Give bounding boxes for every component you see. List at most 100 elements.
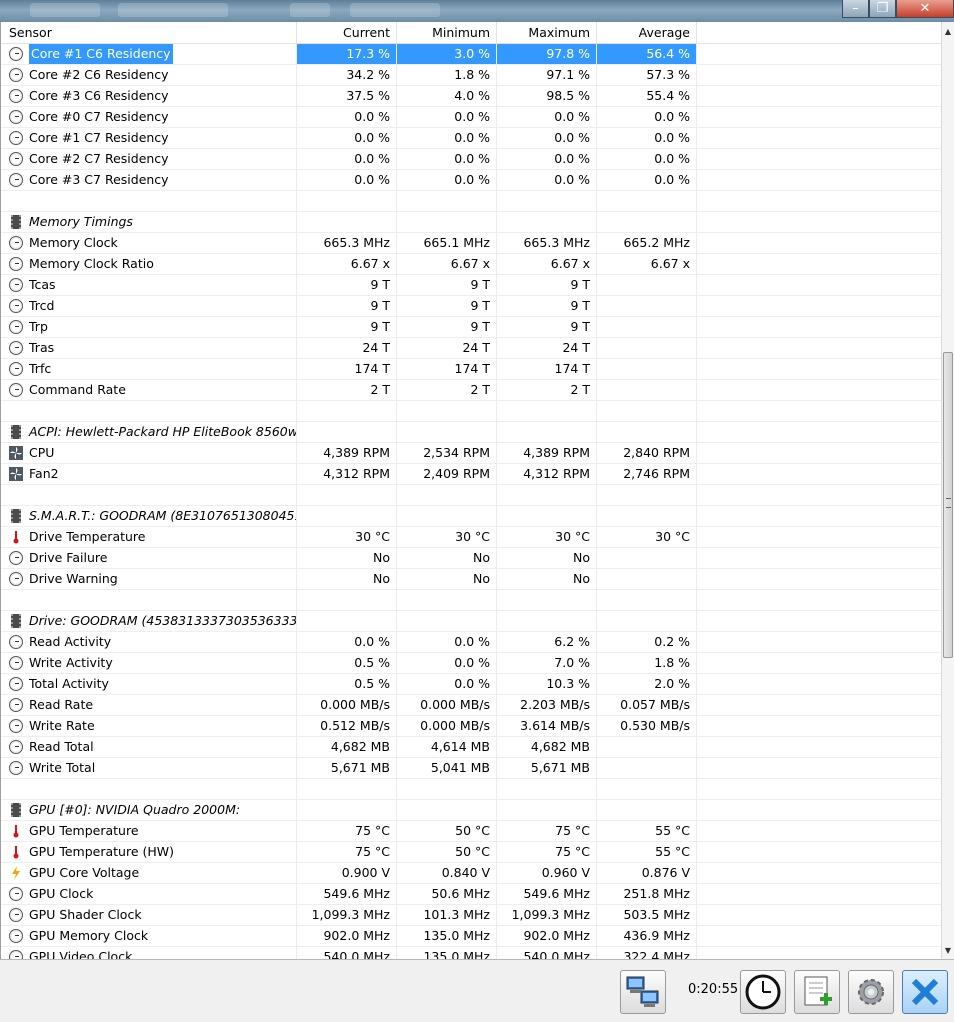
sensor-label: Core #2 C6 Residency bbox=[29, 67, 169, 82]
column-header-average[interactable]: Average bbox=[597, 22, 697, 43]
sensor-name-cell: Total Activity bbox=[1, 674, 297, 694]
maximum-value: 0.0 % bbox=[497, 128, 597, 148]
table-row[interactable]: GPU Temperature 75 °C 50 °C 75 °C 55 °C bbox=[1, 821, 941, 842]
table-row[interactable]: Read Total 4,682 MB 4,614 MB 4,682 MB bbox=[1, 737, 941, 758]
minimum-value: 135.0 MHz bbox=[397, 947, 497, 959]
table-row[interactable]: Memory Clock Ratio 6.67 x 6.67 x 6.67 x 6.67… bbox=[1, 254, 941, 275]
average-value: 2,746 RPM bbox=[597, 464, 697, 484]
spacer-row bbox=[1, 401, 941, 422]
column-header-current[interactable]: Current bbox=[297, 22, 397, 43]
window-title-bar[interactable]: – ❐ ✕ bbox=[0, 0, 954, 22]
group-header-row[interactable]: Drive: GOODRAM (453831333730353633331... bbox=[1, 611, 941, 632]
table-row[interactable]: GPU Temperature (HW) 75 °C 50 °C 75 °C 55 °C bbox=[1, 842, 941, 863]
table-row[interactable]: GPU Video Clock 540.0 MHz 135.0 MHz 540.0 M… bbox=[1, 947, 941, 959]
current-value: 75 °C bbox=[297, 842, 397, 862]
group-header-row[interactable]: Memory Timings bbox=[1, 212, 941, 233]
minimize-icon[interactable]: – bbox=[842, 0, 869, 18]
sensor-name-cell: Trcd bbox=[1, 296, 297, 316]
group-header-row[interactable]: ACPI: Hewlett-Packard HP EliteBook 8560w bbox=[1, 422, 941, 443]
current-value: 2 T bbox=[297, 380, 397, 400]
table-row[interactable]: Core #1 C6 Residency 17.3 % 3.0 % 97.8 % 56.… bbox=[1, 44, 941, 65]
table-row[interactable]: Drive Temperature 30 °C 30 °C 30 °C 30 °C bbox=[1, 527, 941, 548]
gauge-icon bbox=[9, 173, 23, 187]
scrollbar-thumb[interactable] bbox=[943, 352, 953, 658]
average-value bbox=[597, 359, 697, 379]
table-row[interactable]: Core #3 C7 Residency 0.0 % 0.0 % 0.0 % 0.0 % bbox=[1, 170, 941, 191]
scroll-up-icon[interactable]: ▲ bbox=[942, 26, 954, 38]
table-row[interactable]: GPU Shader Clock 1,099.3 MHz 101.3 MHz 1,09… bbox=[1, 905, 941, 926]
table-row[interactable]: Drive Warning No No No bbox=[1, 569, 941, 590]
column-header-sensor[interactable]: Sensor bbox=[1, 22, 297, 43]
table-row[interactable]: Trcd 9 T9 T9 T bbox=[1, 296, 941, 317]
table-row[interactable]: Core #2 C6 Residency 34.2 % 1.8 % 97.1 % 57.… bbox=[1, 65, 941, 86]
gear-icon bbox=[858, 979, 884, 1005]
maximum-value: 75 °C bbox=[497, 842, 597, 862]
maximum-value: 1,099.3 MHz bbox=[497, 905, 597, 925]
table-row[interactable]: Total Activity 0.5 % 0.0 % 10.3 % 2.0 % bbox=[1, 674, 941, 695]
minimum-value: 665.1 MHz bbox=[397, 233, 497, 253]
table-row[interactable]: Core #2 C7 Residency 0.0 % 0.0 % 0.0 % 0.0 % bbox=[1, 149, 941, 170]
table-row[interactable]: Write Total 5,671 MB 5,041 MB 5,671 MB bbox=[1, 758, 941, 779]
network-icon bbox=[626, 976, 659, 1007]
average-value: 55 °C bbox=[597, 821, 697, 841]
table-row[interactable]: Core #3 C6 Residency 37.5 % 4.0 % 98.5 % 55.… bbox=[1, 86, 941, 107]
table-row[interactable]: Core #0 C7 Residency 0.0 % 0.0 % 0.0 % 0.0 % bbox=[1, 107, 941, 128]
sensor-name-cell bbox=[1, 590, 297, 610]
table-row[interactable]: Trfc 174 T 174 T 174 T bbox=[1, 359, 941, 380]
sensor-name-cell: Drive Failure bbox=[1, 548, 297, 568]
current-value: 0.000 MB/s bbox=[297, 695, 397, 715]
current-value: 6.67 x bbox=[297, 254, 397, 274]
sensor-label: Trcd bbox=[29, 298, 55, 313]
table-row[interactable]: Command Rate 2 T2 T2 T bbox=[1, 380, 941, 401]
report-button[interactable] bbox=[794, 970, 840, 1014]
current-value: 37.5 % bbox=[297, 86, 397, 106]
table-row[interactable]: CPU 4,389 RPM 2,534 RPM 4,389 RPM 2,840 RPM bbox=[1, 443, 941, 464]
sensor-table: Sensor Current Minimum Maximum Average C… bbox=[0, 22, 941, 959]
gauge-icon bbox=[9, 929, 23, 943]
maximize-icon[interactable]: ❐ bbox=[869, 0, 896, 18]
table-row[interactable]: Read Rate 0.000 MB/s 0.000 MB/s 2.203 MB/s 0… bbox=[1, 695, 941, 716]
table-row[interactable]: Trp 9 T9 T9 T bbox=[1, 317, 941, 338]
table-row[interactable]: Fan2 4,312 RPM 2,409 RPM 4,312 RPM 2,746 RPM bbox=[1, 464, 941, 485]
column-header-minimum[interactable]: Minimum bbox=[397, 22, 497, 43]
column-header-maximum[interactable]: Maximum bbox=[497, 22, 597, 43]
table-row[interactable]: GPU Clock 549.6 MHz 50.6 MHz 549.6 MHz 251.8… bbox=[1, 884, 941, 905]
scroll-down-icon[interactable]: ▼ bbox=[942, 945, 954, 957]
average-value bbox=[597, 485, 697, 505]
gauge-icon bbox=[9, 950, 23, 959]
maximum-value: 4,389 RPM bbox=[497, 443, 597, 463]
average-value: 6.67 x bbox=[597, 254, 697, 274]
average-value: 665.2 MHz bbox=[597, 233, 697, 253]
group-header-row[interactable]: S.M.A.R.T.: GOODRAM (8E31076513080451... bbox=[1, 506, 941, 527]
table-row[interactable]: Tras 24 T 24 T 24 T bbox=[1, 338, 941, 359]
table-row[interactable]: Core #1 C7 Residency 0.0 % 0.0 % 0.0 % 0.0 % bbox=[1, 128, 941, 149]
sensor-name-cell bbox=[1, 191, 297, 211]
sensor-label: Write Rate bbox=[29, 718, 95, 733]
vertical-scrollbar[interactable]: ▲ ▼ bbox=[941, 22, 954, 959]
table-row[interactable]: Drive Failure No No No bbox=[1, 548, 941, 569]
group-header-row[interactable]: GPU [#0]: NVIDIA Quadro 2000M: bbox=[1, 800, 941, 821]
sensor-name-cell: CPU bbox=[1, 443, 297, 463]
current-value: 24 T bbox=[297, 338, 397, 358]
sensor-label: Tras bbox=[29, 340, 55, 355]
clock-button[interactable] bbox=[740, 970, 786, 1014]
table-row[interactable]: Memory Clock 665.3 MHz 665.1 MHz 665.3 MHz 6… bbox=[1, 233, 941, 254]
table-row[interactable]: Write Activity 0.5 % 0.0 % 7.0 % 1.8 % bbox=[1, 653, 941, 674]
sensor-name-cell: Fan2 bbox=[1, 464, 297, 484]
gauge-icon bbox=[9, 740, 23, 754]
table-row[interactable]: Tcas 9 T9 T9 T bbox=[1, 275, 941, 296]
table-row[interactable]: GPU Memory Clock 902.0 MHz 135.0 MHz 902.0 … bbox=[1, 926, 941, 947]
close-sensors-button[interactable] bbox=[902, 970, 948, 1014]
minimum-value: 0.000 MB/s bbox=[397, 695, 497, 715]
network-button[interactable] bbox=[620, 970, 666, 1014]
maximum-value: 10.3 % bbox=[497, 674, 597, 694]
table-row[interactable]: GPU Core Voltage 0.900 V 0.840 V 0.960 V 0.8… bbox=[1, 863, 941, 884]
average-value: 1.8 % bbox=[597, 653, 697, 673]
table-row[interactable]: Write Rate 0.512 MB/s 0.000 MB/s 3.614 MB/s… bbox=[1, 716, 941, 737]
table-row[interactable]: Read Activity 0.0 % 0.0 % 6.2 % 0.2 % bbox=[1, 632, 941, 653]
maximum-value: 0.960 V bbox=[497, 863, 597, 883]
current-value: 549.6 MHz bbox=[297, 884, 397, 904]
group-label: Memory Timings bbox=[29, 214, 133, 229]
close-icon[interactable]: ✕ bbox=[896, 0, 954, 18]
settings-button[interactable] bbox=[848, 970, 894, 1014]
